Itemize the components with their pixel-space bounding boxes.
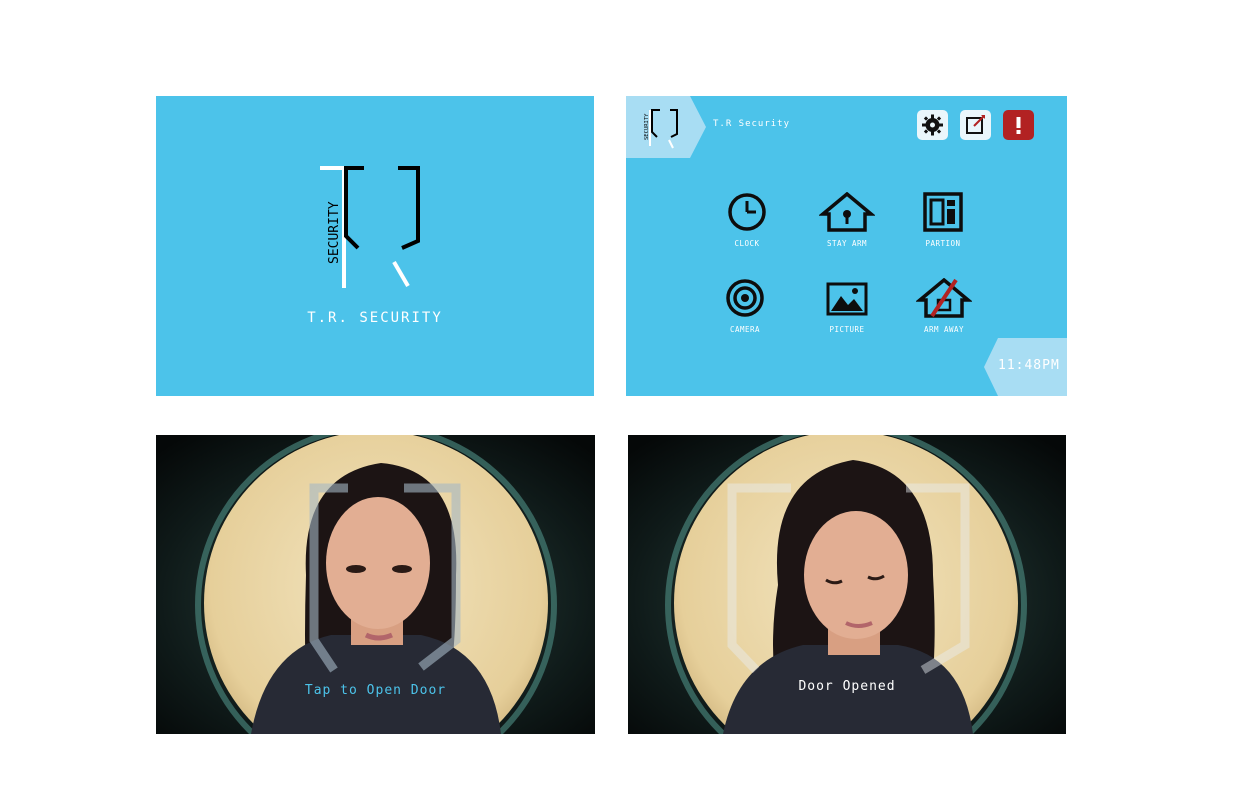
alert-button[interactable]: [1003, 110, 1034, 140]
stay-arm-label: STAY ARM: [826, 239, 868, 248]
arm-away-tile[interactable]: ARM AWAY: [899, 278, 989, 334]
camera-label: CAMERA: [729, 325, 761, 334]
settings-button[interactable]: [917, 110, 948, 140]
house-lock-icon: [819, 192, 875, 232]
door-opened-caption: Door Opened: [798, 679, 896, 694]
clock-label: CLOCK: [734, 239, 760, 248]
svg-text:SECURITY: SECURITY: [327, 201, 342, 264]
edit-button[interactable]: [960, 110, 991, 140]
clock-tile[interactable]: CLOCK: [702, 192, 792, 248]
tr-security-logo: SECURITY: [320, 166, 420, 288]
stay-arm-tile[interactable]: STAY ARM: [802, 192, 892, 248]
camera-feed-opened: Door Opened: [628, 435, 1066, 734]
camera-icon: [726, 279, 764, 317]
house-away-icon: [916, 278, 972, 318]
svg-text:SECURITY: SECURITY: [644, 113, 650, 140]
splash-screen: SECURITY T.R. SECURITY: [156, 96, 594, 396]
picture-label: PICTURE: [829, 325, 865, 334]
dashboard-screen: SECURITY T.R Security CLOCK STAY ARM PAR…: [626, 96, 1067, 396]
brand-name: T.R. SECURITY: [307, 310, 443, 326]
clock-icon: [728, 193, 766, 231]
camera-tile[interactable]: CAMERA: [700, 278, 790, 334]
partition-icon: [923, 192, 963, 232]
picture-tile[interactable]: PICTURE: [802, 278, 892, 334]
partition-label: PARTION: [925, 239, 961, 248]
gear-icon: [922, 114, 943, 136]
time-display: 11:48PM: [998, 358, 1060, 373]
header-tab: SECURITY: [626, 96, 706, 158]
tap-to-open-caption[interactable]: Tap to Open Door: [156, 683, 595, 698]
camera-feed-locked[interactable]: Tap to Open Door: [156, 435, 595, 734]
arm-away-label: ARM AWAY: [923, 325, 965, 334]
partition-tile[interactable]: PARTION: [898, 192, 988, 248]
alert-icon: [1016, 117, 1021, 134]
edit-icon: [966, 115, 985, 134]
dashboard-title: T.R Security: [713, 119, 791, 129]
picture-icon: [826, 282, 868, 316]
